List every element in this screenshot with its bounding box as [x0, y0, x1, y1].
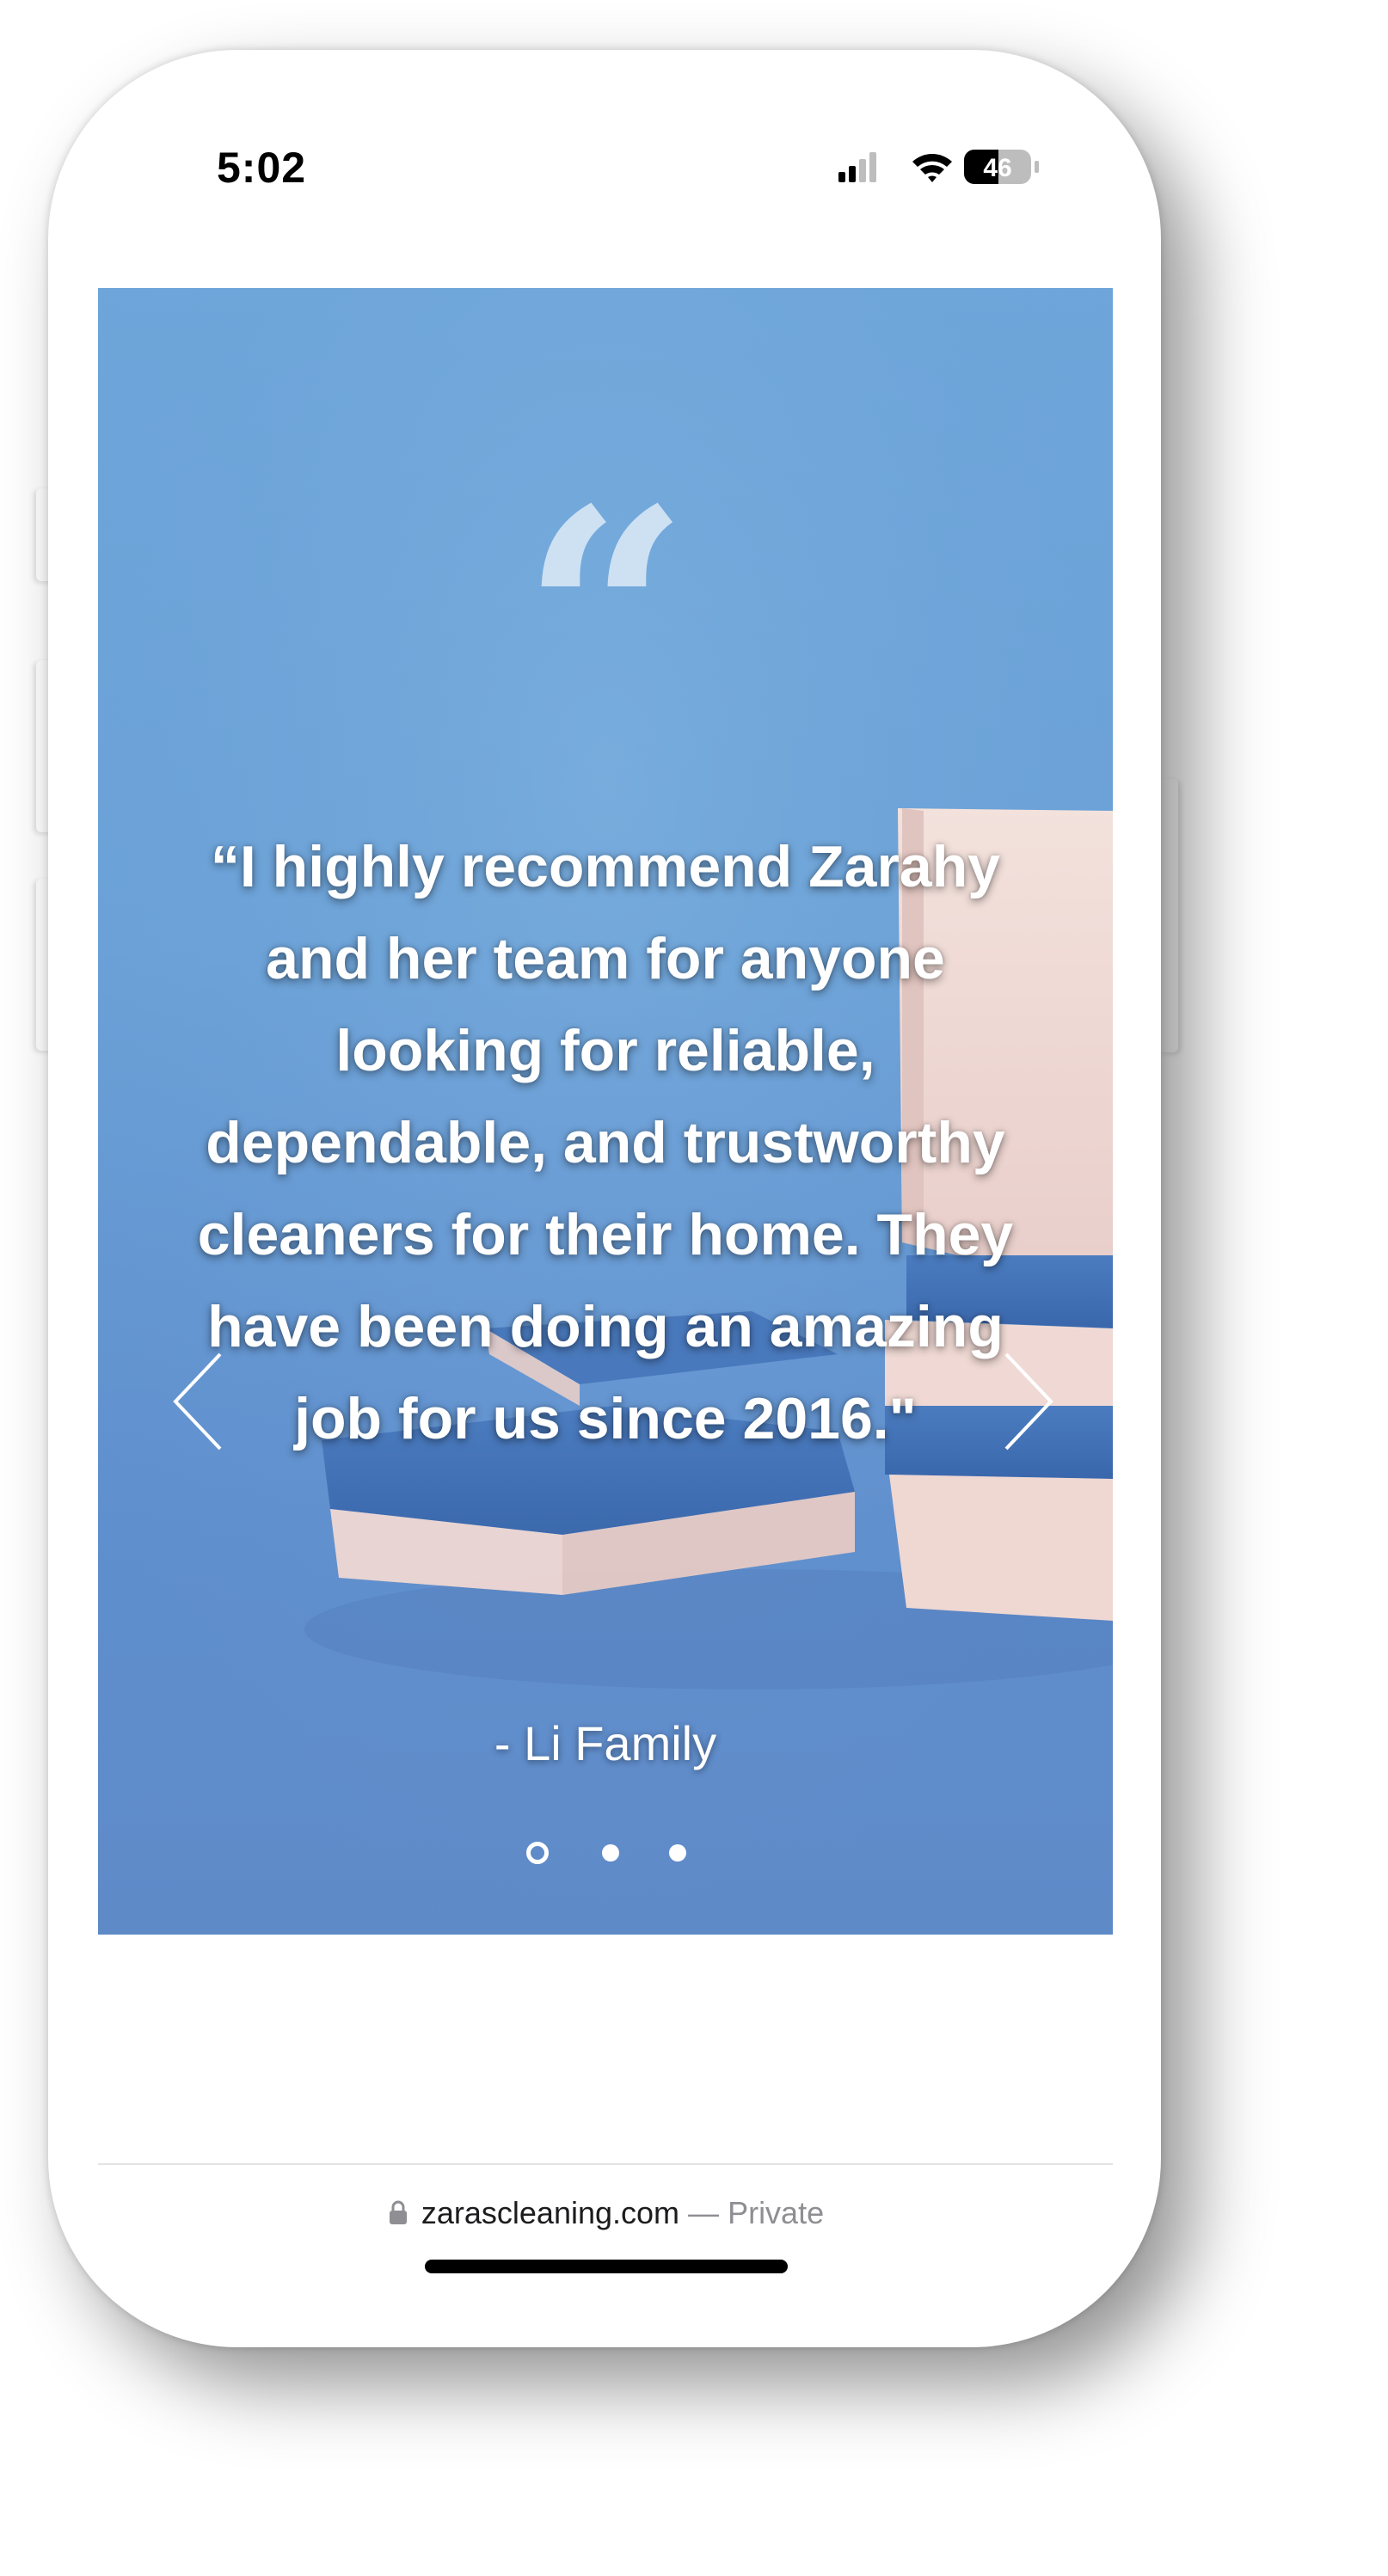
power-button[interactable]: [1159, 779, 1178, 1052]
testimonial-slider: “ “I highly recommend Zarahy and her tea…: [98, 288, 1113, 1935]
cellular-signal-icon: [838, 152, 876, 182]
wifi-icon: [912, 154, 952, 182]
slide-dot-3[interactable]: [669, 1844, 686, 1861]
address-bar[interactable]: zarascleaning.com — Private: [0, 2195, 1213, 2233]
status-time: 5:02: [217, 144, 307, 192]
chevron-right-icon[interactable]: [989, 1346, 1058, 1457]
testimonial-quote: “I highly recommend Zarahy and her team …: [197, 834, 1014, 1451]
private-label: Private: [728, 2195, 825, 2230]
chevron-left-icon[interactable]: [169, 1346, 237, 1457]
address-separator: —: [688, 2195, 720, 2230]
home-indicator[interactable]: [425, 2260, 788, 2273]
toolbar-divider: [98, 2163, 1113, 2165]
address-domain: zarascleaning.com: [421, 2195, 680, 2230]
battery-icon: 46: [964, 150, 1039, 184]
lock-icon: [389, 2197, 408, 2233]
testimonial-author: - Li Family: [494, 1716, 717, 1770]
battery-level: 46: [983, 154, 1011, 182]
quote-icon: “: [98, 472, 1113, 764]
slide-dot-1[interactable]: [526, 1842, 549, 1864]
slide-dot-2[interactable]: [602, 1844, 619, 1861]
status-icons: 46: [838, 146, 1045, 191]
